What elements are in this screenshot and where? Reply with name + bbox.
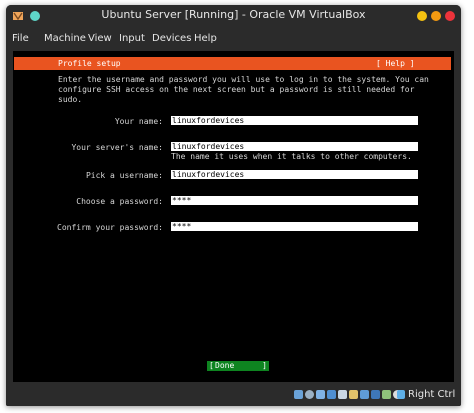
your-name-label: Your name: (114, 117, 163, 126)
vm-screen[interactable]: Profile setup [ Help ] Enter the usernam… (13, 51, 454, 382)
video-capture-icon[interactable] (371, 390, 380, 399)
menu-input[interactable]: Input (119, 33, 145, 44)
close-button[interactable] (445, 11, 455, 21)
done-bracket-right: ] (262, 361, 267, 370)
usb-icon[interactable] (338, 390, 347, 399)
done-button[interactable]: [ Done ] (207, 361, 269, 371)
status-bar: Right Ctrl (6, 385, 461, 406)
intro-line: configure SSH access on the next screen … (58, 85, 415, 94)
menu-help[interactable]: Help (194, 33, 217, 44)
server-name-label: Your server's name: (71, 143, 163, 152)
intro-text: Enter the username and password you will… (58, 75, 429, 105)
done-label: Done (215, 361, 235, 370)
network-icon[interactable] (327, 390, 336, 399)
host-key-label: Right Ctrl (408, 389, 456, 400)
display-icon[interactable] (360, 390, 369, 399)
done-bracket-left: [ (209, 361, 214, 370)
server-name-field[interactable]: linuxfordevices (171, 142, 418, 151)
intro-line: sudo. (58, 95, 83, 104)
minimize-button[interactable] (417, 11, 427, 21)
menu-devices[interactable]: Devices (152, 33, 191, 44)
hard-disk-icon[interactable] (294, 390, 303, 399)
window-title: Ubuntu Server [Running] - Oracle VM Virt… (101, 8, 366, 21)
maximize-button[interactable] (431, 11, 441, 21)
confirm-password-field[interactable]: **** (171, 222, 418, 231)
keyboard-icon[interactable] (397, 390, 405, 399)
confirm-password-label: Confirm your password: (57, 223, 163, 232)
audio-icon[interactable] (316, 390, 325, 399)
page-title: Profile setup (58, 59, 121, 68)
installer-header: Profile setup [ Help ] (14, 57, 451, 70)
intro-line: Enter the username and password you will… (58, 75, 429, 84)
password-label: Choose a password: (76, 197, 163, 206)
virtualbox-window: Ubuntu Server [Running] - Oracle VM Virt… (6, 5, 461, 406)
title-bar: Ubuntu Server [Running] - Oracle VM Virt… (6, 5, 461, 27)
optical-drive-icon[interactable] (305, 390, 314, 399)
menu-bar: File Machine View Input Devices Help (6, 27, 461, 49)
help-button[interactable]: [ Help ] (376, 59, 415, 68)
username-label: Pick a username: (85, 171, 163, 180)
menu-view[interactable]: View (88, 33, 112, 44)
menu-file[interactable]: File (12, 33, 29, 44)
cpu-icon[interactable] (382, 390, 391, 399)
menu-machine[interactable]: Machine (44, 33, 86, 44)
your-name-field[interactable]: linuxfordevices (171, 116, 418, 125)
password-field[interactable]: **** (171, 196, 418, 205)
server-name-hint: The name it uses when it talks to other … (171, 152, 412, 161)
username-field[interactable]: linuxfordevices (171, 170, 418, 179)
shared-folder-icon[interactable] (349, 390, 358, 399)
